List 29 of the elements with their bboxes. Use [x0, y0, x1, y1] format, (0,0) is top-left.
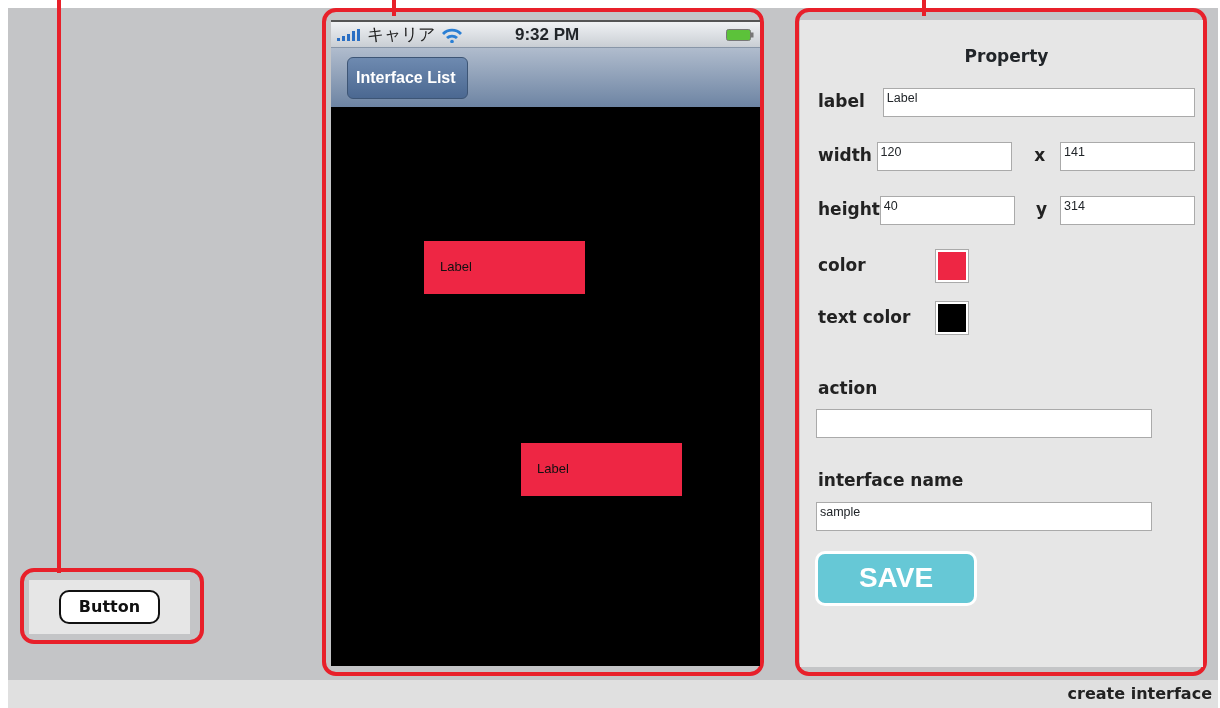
input-field[interactable]: 40	[879, 195, 1015, 225]
panel-title: Property	[963, 45, 1050, 68]
field-label: text color	[818, 305, 912, 329]
field-label: label	[818, 90, 866, 114]
wifi-icon	[441, 26, 463, 43]
field-label: y	[1034, 198, 1048, 222]
input-field[interactable]: 314	[1060, 195, 1195, 225]
battery-icon	[726, 28, 754, 41]
input-field[interactable]	[816, 409, 1152, 438]
signal-icon	[337, 28, 361, 41]
status-text: create interface	[1067, 683, 1212, 705]
clock-text: 9:32 PM	[515, 23, 580, 46]
carrier-name: キャリア	[367, 22, 435, 46]
input-field[interactable]: Label	[882, 87, 1195, 117]
button-component[interactable]: Button	[58, 590, 161, 624]
field-label: interface name	[818, 469, 965, 492]
field-label: width	[818, 144, 873, 168]
input-field[interactable]: sample	[816, 501, 1152, 531]
field-label: color	[818, 253, 867, 277]
field-label: x	[1033, 144, 1047, 168]
input-field[interactable]: 141	[1060, 141, 1195, 171]
field-label: height	[818, 198, 880, 222]
color-swatch[interactable]	[936, 249, 968, 282]
input-field[interactable]: 120	[876, 141, 1012, 171]
color-swatch[interactable]	[936, 301, 968, 334]
label-component[interactable]: Label	[521, 443, 682, 496]
back-button[interactable]: Interface List	[347, 56, 468, 99]
field-label: action	[818, 376, 879, 400]
label-component[interactable]: Label	[424, 241, 585, 294]
